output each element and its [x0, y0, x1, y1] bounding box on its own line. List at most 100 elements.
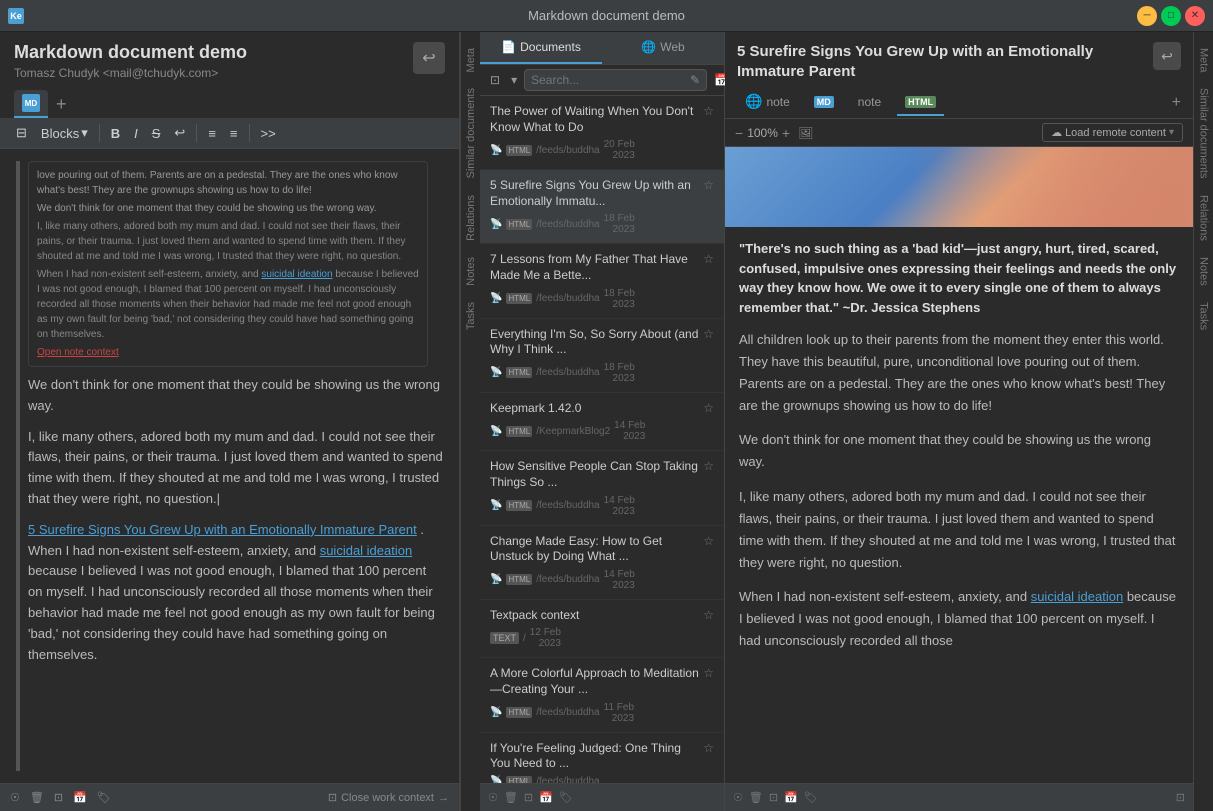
doc-item-0[interactable]: The Power of Waiting When You Don't Know…: [480, 96, 724, 170]
right-status-btn-1[interactable]: ☉: [733, 791, 743, 804]
rail-relations-tab[interactable]: Relations: [462, 187, 480, 249]
web-view-icon: 🌐: [745, 93, 762, 110]
immature-parent-link[interactable]: 5 Surefire Signs You Grew Up with an Emo…: [28, 522, 417, 537]
documents-tab[interactable]: 📄 Documents: [480, 32, 602, 64]
doc-meta-8: 📡 HTML /feeds/buddha 11 Feb2023: [490, 702, 714, 724]
rail-notes-tab[interactable]: Notes: [462, 249, 480, 294]
zoom-minus-button[interactable]: −: [735, 125, 743, 141]
status-note-button[interactable]: ⊡: [54, 791, 63, 804]
rail-tasks-tab[interactable]: Tasks: [462, 294, 480, 338]
doc-item-6[interactable]: Change Made Easy: How to Get Unstuck by …: [480, 526, 724, 600]
right-rail-notes-tab[interactable]: Notes: [1195, 249, 1213, 294]
suicidal-ideation-link[interactable]: suicidal ideation: [320, 543, 413, 558]
left-status-bar: ☉ 🗑 ⊡ 📅 🏷 ⊡ Close work context →: [0, 783, 459, 811]
doc-html-icon-1: HTML: [506, 219, 532, 230]
load-remote-button[interactable]: ☁ Load remote content ▾: [1042, 123, 1183, 142]
doc-star-6[interactable]: ☆: [703, 534, 714, 548]
doc-item-9[interactable]: If You're Feeling Judged: One Thing You …: [480, 733, 724, 784]
right-rail-tasks-tab[interactable]: Tasks: [1195, 294, 1213, 338]
add-tab-button[interactable]: +: [56, 94, 67, 115]
filter-button[interactable]: ⊡: [486, 71, 504, 89]
right-rail-meta-tab[interactable]: Meta: [1195, 40, 1213, 80]
mini-preview: love pouring out of them. Parents are on…: [28, 161, 428, 367]
right-tab-web[interactable]: 🌐 note: [737, 87, 798, 118]
view-toggle-button[interactable]: ⊟: [10, 122, 33, 144]
undo-button[interactable]: ↩: [168, 122, 191, 144]
doc-feed-6: /feeds/buddha: [536, 574, 599, 585]
md-tab[interactable]: MD: [14, 90, 48, 118]
open-note-link[interactable]: Open note context: [37, 345, 419, 360]
doc-star-2[interactable]: ☆: [703, 252, 714, 266]
right-status-btn-5[interactable]: 🏷: [804, 791, 818, 804]
search-input[interactable]: [531, 73, 686, 87]
filter-dropdown-button[interactable]: ▾: [507, 71, 521, 89]
article-suicidal-link[interactable]: suicidal ideation: [1031, 589, 1124, 604]
editor-area[interactable]: love pouring out of them. Parents are on…: [0, 149, 459, 783]
article-quote: "There's no such thing as a 'bad kid'—ju…: [739, 239, 1179, 317]
rail-similar-tab[interactable]: Similar documents: [462, 80, 480, 186]
right-status-btn-4[interactable]: 📅: [784, 791, 798, 804]
close-work-context[interactable]: ⊡ Close work context →: [328, 791, 449, 804]
doc-title-0: The Power of Waiting When You Don't Know…: [490, 104, 699, 135]
italic-button[interactable]: I: [128, 123, 144, 144]
doc-star-9[interactable]: ☆: [703, 741, 714, 755]
editor-content[interactable]: love pouring out of them. Parents are on…: [28, 161, 443, 771]
strikethrough-button[interactable]: S: [146, 123, 167, 144]
middle-status-btn-3[interactable]: ⊡: [524, 791, 533, 804]
list-button[interactable]: ≡: [202, 123, 222, 144]
doc-star-0[interactable]: ☆: [703, 104, 714, 118]
doc-item-2[interactable]: 7 Lessons from My Father That Have Made …: [480, 244, 724, 318]
middle-status-btn-5[interactable]: 🏷: [559, 791, 573, 804]
doc-item-7[interactable]: Textpack context ☆ TEXT / 12 Feb2023: [480, 600, 724, 659]
right-add-tab-button[interactable]: +: [1172, 94, 1181, 112]
right-tab-note[interactable]: note: [850, 89, 889, 117]
zoom-plus-button[interactable]: +: [782, 125, 790, 141]
right-rail-relations-tab[interactable]: Relations: [1195, 187, 1213, 249]
share-button[interactable]: ↩: [413, 42, 445, 74]
middle-status-btn-2[interactable]: 🗑: [504, 791, 518, 804]
doc-item-1[interactable]: 5 Surefire Signs You Grew Up with an Emo…: [480, 170, 724, 244]
doc-star-1[interactable]: ☆: [703, 178, 714, 192]
doc-item-8[interactable]: A More Colorful Approach to Meditation—C…: [480, 658, 724, 732]
doc-star-4[interactable]: ☆: [703, 401, 714, 415]
doc-star-5[interactable]: ☆: [703, 459, 714, 473]
middle-panel: 📄 Documents 🌐 Web ⊡ ▾ ✎ 📅 ⇅ The Power: [480, 32, 725, 811]
right-status-btn-3[interactable]: ⊡: [769, 791, 778, 804]
doc-rss-icon-0: 📡: [490, 145, 502, 156]
right-status-context-btn[interactable]: ⊡: [1176, 791, 1185, 804]
status-add-button[interactable]: ☉: [10, 791, 20, 804]
doc-html-icon-8: HTML: [506, 707, 532, 718]
doc-star-7[interactable]: ☆: [703, 608, 714, 622]
status-tag-button[interactable]: 🏷: [97, 791, 111, 804]
doc-rss-icon-5: 📡: [490, 500, 502, 511]
doc-meta-2: 📡 HTML /feeds/buddha 18 Feb2023: [490, 288, 714, 310]
middle-status-btn-4[interactable]: 📅: [539, 791, 553, 804]
doc-date-6: 14 Feb2023: [604, 569, 635, 591]
web-tab[interactable]: 🌐 Web: [602, 32, 724, 64]
ordered-list-button[interactable]: ≡: [224, 123, 244, 144]
status-delete-button[interactable]: 🗑: [30, 791, 44, 804]
doc-item-3[interactable]: Everything I'm So, So Sorry About (and W…: [480, 319, 724, 393]
doc-star-3[interactable]: ☆: [703, 327, 714, 341]
more-button[interactable]: >>: [255, 123, 282, 144]
doc-item-4[interactable]: Keepmark 1.42.0 ☆ 📡 HTML /KeepmarkBlog2 …: [480, 393, 724, 452]
right-status-btn-2[interactable]: 🗑: [749, 791, 763, 804]
status-calendar-button[interactable]: 📅: [73, 791, 87, 804]
right-tab-md[interactable]: MD: [806, 90, 842, 116]
search-edit-button[interactable]: ✎: [690, 73, 700, 87]
article-title: 5 Surefire Signs You Grew Up with an Emo…: [737, 42, 1153, 81]
right-tab-html[interactable]: HTML: [897, 90, 944, 116]
rail-meta-tab[interactable]: Meta: [462, 40, 480, 80]
doc-star-8[interactable]: ☆: [703, 666, 714, 680]
close-button[interactable]: ✕: [1185, 6, 1205, 26]
bold-button[interactable]: B: [105, 123, 126, 144]
image-view-button[interactable]: 🖼: [794, 124, 817, 142]
middle-status-btn-1[interactable]: ☉: [488, 791, 498, 804]
maximize-button[interactable]: □: [1161, 6, 1181, 26]
doc-item-header-5: How Sensitive People Can Stop Taking Thi…: [490, 459, 714, 490]
right-rail-similar-tab[interactable]: Similar documents: [1195, 80, 1213, 186]
doc-item-5[interactable]: How Sensitive People Can Stop Taking Thi…: [480, 451, 724, 525]
blocks-dropdown[interactable]: Blocks ▾: [35, 122, 94, 144]
minimize-button[interactable]: ─: [1137, 6, 1157, 26]
right-share-button[interactable]: ↩: [1153, 42, 1181, 70]
